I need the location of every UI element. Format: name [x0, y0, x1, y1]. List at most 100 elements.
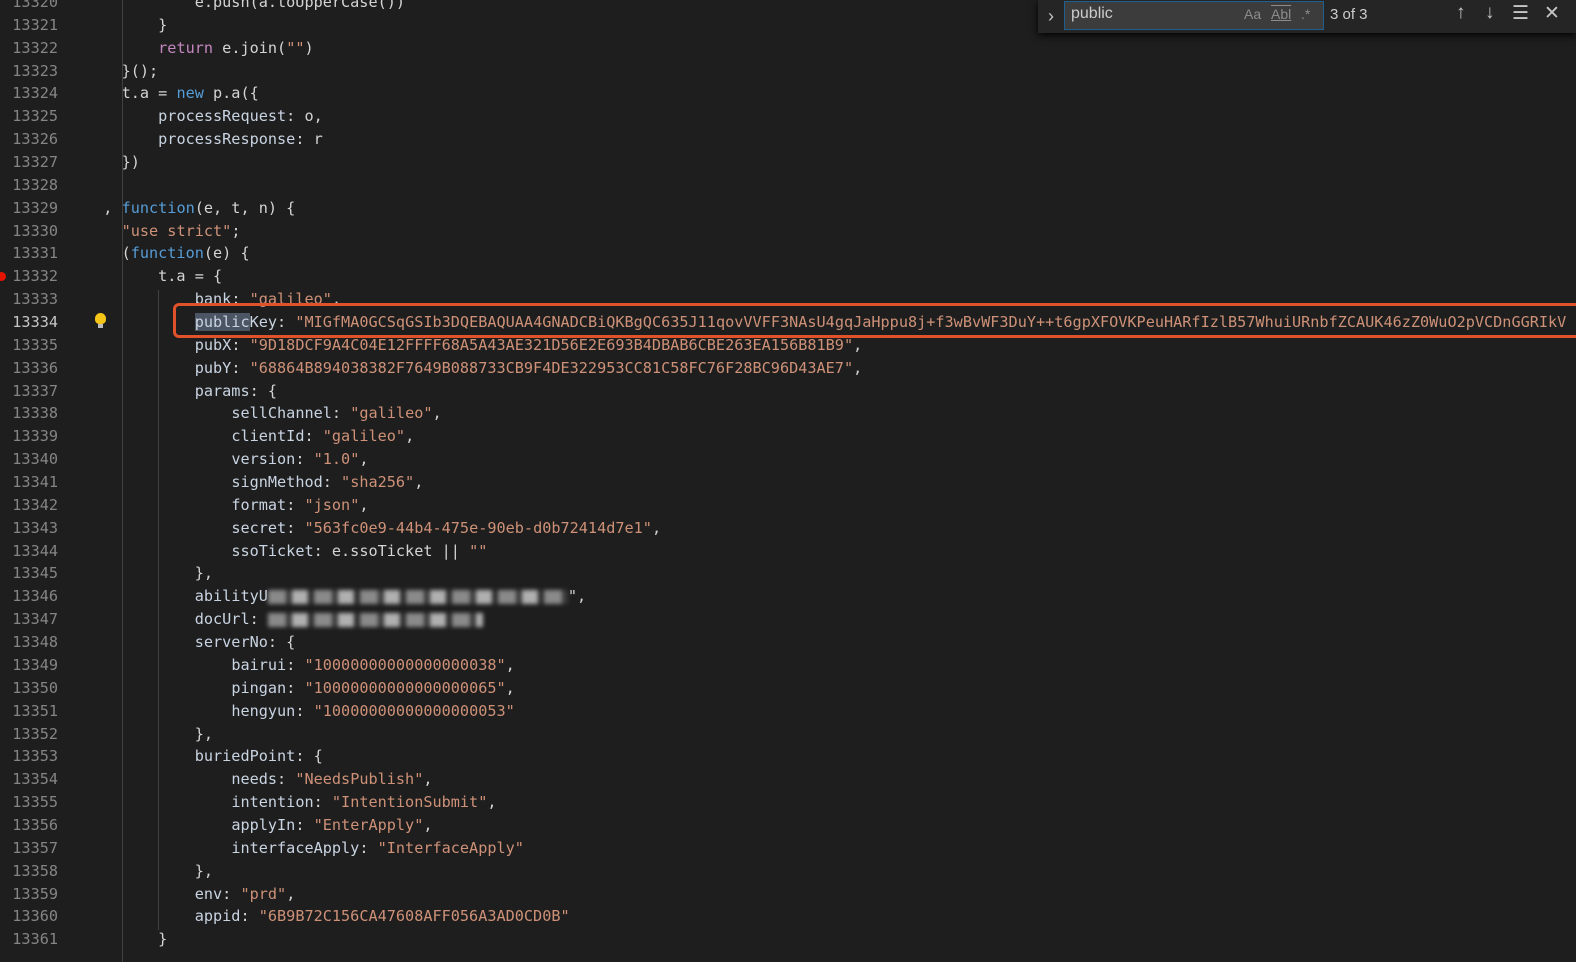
line-number[interactable]: 13360 [0, 905, 58, 928]
code-line[interactable]: 13356 applyIn: "EnterApply", [0, 814, 1576, 837]
code-line[interactable]: 13343 secret: "563fc0e9-44b4-475e-90eb-d… [0, 517, 1576, 540]
code-line[interactable]: 13336 pubY: "68864B894038382F7649B088733… [0, 357, 1576, 380]
code-line[interactable]: 13322 return e.join("") [0, 37, 1576, 60]
code-line[interactable]: 13345 }, [0, 562, 1576, 585]
code-line[interactable]: 13324 t.a = new p.a({ [0, 82, 1576, 105]
line-number[interactable]: 13337 [0, 380, 58, 403]
line-number[interactable]: 13324 [0, 82, 58, 105]
line-number[interactable]: 13355 [0, 791, 58, 814]
line-number[interactable]: 13361 [0, 928, 58, 951]
line-number[interactable]: 13330 [0, 220, 58, 243]
code-line[interactable]: 13342 format: "json", [0, 494, 1576, 517]
code-line[interactable]: 13330 "use strict"; [0, 220, 1576, 243]
line-number[interactable]: 13353 [0, 745, 58, 768]
code-line[interactable]: 13338 sellChannel: "galileo", [0, 402, 1576, 425]
line-number[interactable]: 13357 [0, 837, 58, 860]
line-number[interactable]: 13341 [0, 471, 58, 494]
line-number[interactable]: 13340 [0, 448, 58, 471]
code-text: (e) { [203, 244, 250, 263]
code-line[interactable]: 13357 interfaceApply: "InterfaceApply" [0, 837, 1576, 860]
line-number[interactable]: 13339 [0, 425, 58, 448]
code-line[interactable]: 13359 env: "prd", [0, 883, 1576, 906]
line-number[interactable]: 13345 [0, 562, 58, 585]
line-number[interactable]: 13320 [0, 0, 58, 14]
code-line[interactable]: 13351 hengyun: "10000000000000000053" [0, 700, 1576, 723]
code-editor[interactable]: 13320 e.push(a.toUpperCase()) 13321 } 1332… [0, 0, 1576, 951]
code-line[interactable]: 13358 }, [0, 860, 1576, 883]
toggle-replace-chevron-icon[interactable]: › [1042, 4, 1060, 28]
line-number[interactable]: 13343 [0, 517, 58, 540]
code-content: return e.join("") [85, 37, 313, 60]
code-line[interactable]: 13326 processResponse: r [0, 128, 1576, 151]
line-number[interactable]: 13325 [0, 105, 58, 128]
code-text: : [286, 678, 305, 697]
line-number[interactable]: 13323 [0, 60, 58, 83]
code-line[interactable]: 13347 docUrl: [0, 608, 1576, 631]
code-line[interactable]: 13348 serverNo: { [0, 631, 1576, 654]
line-number[interactable]: 13347 [0, 608, 58, 631]
line-number[interactable]: 13352 [0, 723, 58, 746]
close-icon[interactable]: ✕ [1544, 2, 1560, 25]
find-in-selection-icon[interactable]: ☰ [1512, 2, 1529, 25]
code-line[interactable]: 13341 signMethod: "sha256", [0, 471, 1576, 494]
whole-word-button[interactable]: Abl [1271, 6, 1291, 22]
line-number[interactable]: 13354 [0, 768, 58, 791]
code-line[interactable]: 13323 }(); [0, 60, 1576, 83]
line-number[interactable]: 13338 [0, 402, 58, 425]
line-number[interactable]: 13332 [0, 265, 58, 288]
line-number[interactable]: 13328 [0, 174, 58, 197]
code-text: : [304, 427, 323, 446]
code-content: env: "prd", [85, 883, 296, 906]
code-line[interactable]: 13350 pingan: "10000000000000000065", [0, 677, 1576, 700]
regex-button[interactable]: .* [1301, 6, 1310, 22]
line-number[interactable]: 13346 [0, 585, 58, 608]
line-number[interactable]: 13344 [0, 540, 58, 563]
line-number[interactable]: 13336 [0, 357, 58, 380]
code-line[interactable]: 13328 [0, 174, 1576, 197]
code-line[interactable]: 13339 clientId: "galileo", [0, 425, 1576, 448]
line-number[interactable]: 13348 [0, 631, 58, 654]
line-number[interactable]: 13349 [0, 654, 58, 677]
line-number[interactable]: 13327 [0, 151, 58, 174]
code-text: : o, [286, 107, 323, 126]
line-number[interactable]: 13351 [0, 700, 58, 723]
code-line[interactable]: 13331 (function(e) { [0, 242, 1576, 265]
line-number[interactable]: 13334 [0, 311, 58, 334]
code-line[interactable]: 13337 params: { [0, 380, 1576, 403]
code-line[interactable]: 13353 buriedPoint: { [0, 745, 1576, 768]
line-number[interactable]: 13326 [0, 128, 58, 151]
code-line[interactable]: 13325 processRequest: o, [0, 105, 1576, 128]
code-line[interactable]: 13355 intention: "IntentionSubmit", [0, 791, 1576, 814]
line-number[interactable]: 13342 [0, 494, 58, 517]
line-number[interactable]: 13329 [0, 197, 58, 220]
line-number[interactable]: 13321 [0, 14, 58, 37]
keyword: new [176, 84, 204, 103]
code-line[interactable]: 13361 } [0, 928, 1576, 951]
previous-match-icon[interactable]: ↑ [1456, 2, 1466, 24]
code-line[interactable]: 13352 }, [0, 723, 1576, 746]
line-number[interactable]: 13350 [0, 677, 58, 700]
line-number[interactable]: 13356 [0, 814, 58, 837]
line-number[interactable]: 13335 [0, 334, 58, 357]
match-case-button[interactable]: Aa [1244, 6, 1261, 22]
lightbulb-icon[interactable] [95, 313, 106, 328]
string-literal: "1.0" [313, 450, 360, 469]
code-line[interactable]: 13329 , function(e, t, n) { [0, 197, 1576, 220]
code-content: clientId: "galileo", [85, 425, 414, 448]
code-line[interactable]: 13344 ssoTicket: e.ssoTicket || "" [0, 540, 1576, 563]
code-line[interactable]: 13360 appid: "6B9B72C156CA47608AFF056A3A… [0, 905, 1576, 928]
property-name: hengyun [231, 701, 296, 720]
line-number[interactable]: 13333 [0, 288, 58, 311]
line-number[interactable]: 13358 [0, 860, 58, 883]
code-line[interactable]: 13332 t.a = { [0, 265, 1576, 288]
code-line[interactable]: 13327 }) [0, 151, 1576, 174]
find-input[interactable]: public Aa Abl .* [1064, 1, 1324, 30]
next-match-icon[interactable]: ↓ [1485, 2, 1495, 24]
line-number[interactable]: 13359 [0, 883, 58, 906]
line-number[interactable]: 13322 [0, 37, 58, 60]
code-line[interactable]: 13340 version: "1.0", [0, 448, 1576, 471]
code-line[interactable]: 13354 needs: "NeedsPublish", [0, 768, 1576, 791]
code-line[interactable]: 13346 abilityU ", [0, 585, 1576, 608]
line-number[interactable]: 13331 [0, 242, 58, 265]
code-line[interactable]: 13349 bairui: "10000000000000000038", [0, 654, 1576, 677]
